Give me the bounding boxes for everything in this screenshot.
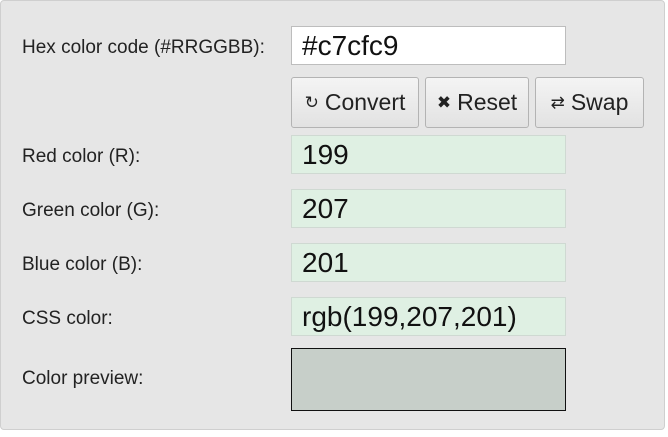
blue-value[interactable]: 201 (291, 243, 566, 282)
green-value[interactable]: 207 (291, 189, 566, 228)
css-label: CSS color: (22, 308, 113, 329)
preview-label: Color preview: (22, 368, 144, 389)
close-icon: ✖ (436, 93, 452, 112)
color-converter-panel: Hex color code (#RRGGBB): #c7cfc9 ↻ Conv… (0, 0, 665, 430)
swap-icon: ⇄ (550, 93, 565, 112)
red-label: Red color (R): (22, 146, 141, 167)
color-preview-swatch (291, 348, 566, 411)
swap-label: Swap (570, 89, 629, 115)
convert-button[interactable]: ↻ Convert (291, 77, 419, 128)
css-value[interactable]: rgb(199,207,201) (291, 297, 566, 336)
blue-label: Blue color (B): (22, 254, 143, 275)
convert-label: Convert (324, 89, 406, 115)
reset-label: Reset (457, 89, 518, 115)
red-value[interactable]: 199 (291, 135, 566, 174)
reset-button[interactable]: ✖ Reset (425, 77, 529, 128)
refresh-icon: ↻ (304, 93, 319, 112)
hex-label: Hex color code (#RRGGBB): (22, 37, 265, 58)
green-label: Green color (G): (22, 200, 160, 221)
swap-button[interactable]: ⇄ Swap (535, 77, 644, 128)
hex-input[interactable]: #c7cfc9 (291, 26, 566, 65)
